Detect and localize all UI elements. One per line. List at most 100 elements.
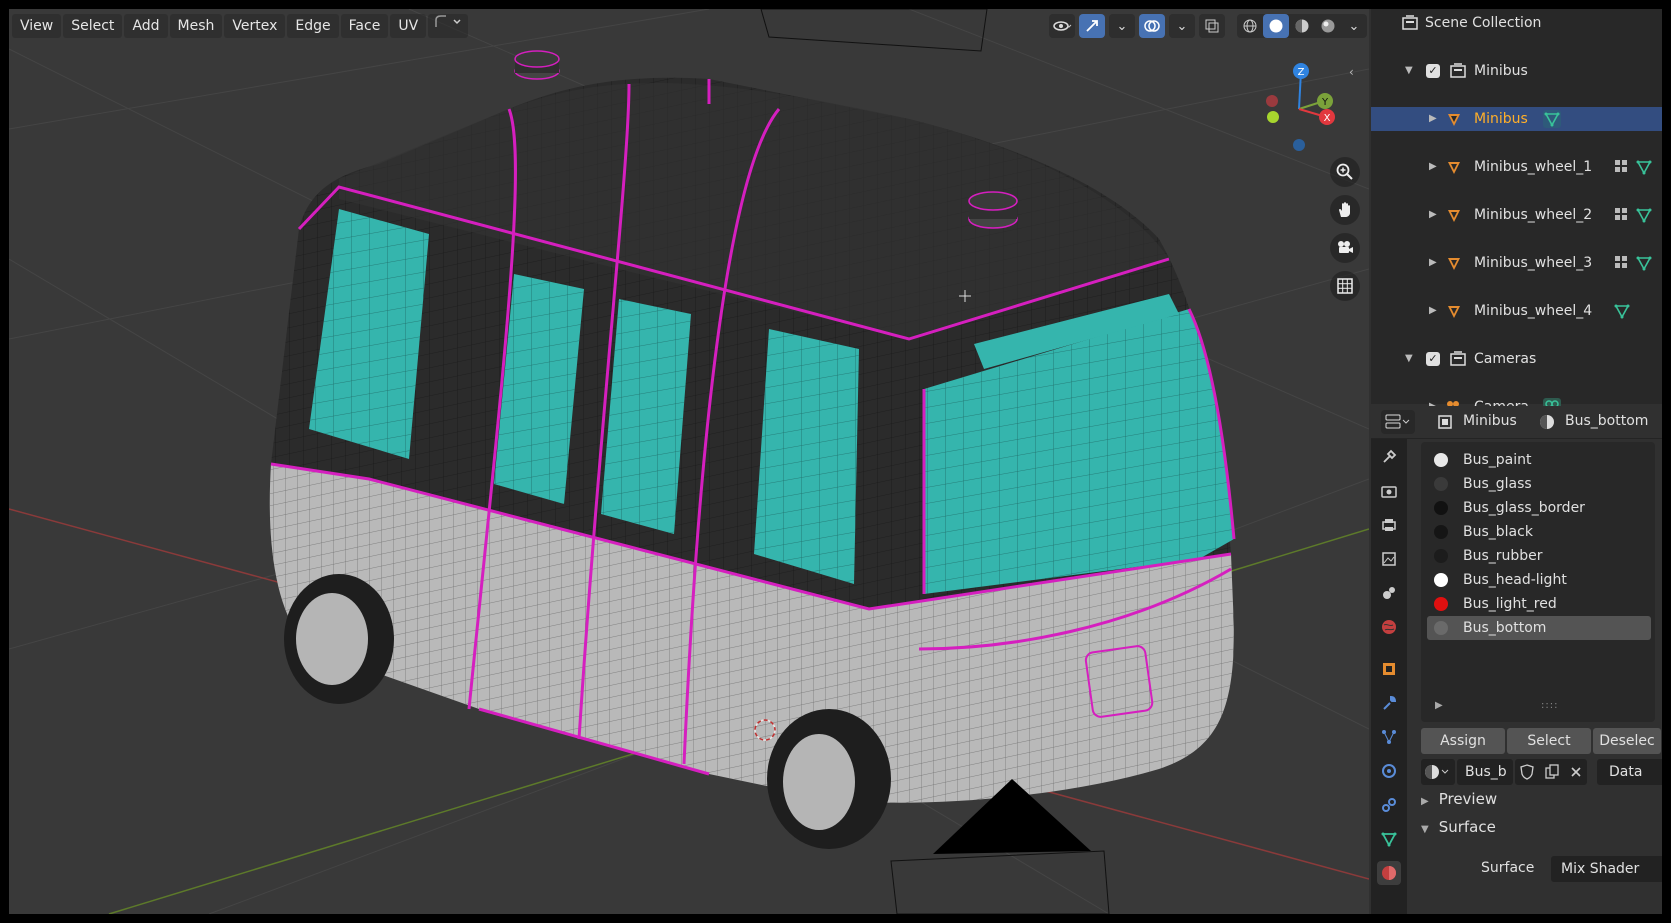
expand-down-icon[interactable]: ▼: [1405, 59, 1417, 83]
material-slot-bus-light-red[interactable]: Bus_light_red: [1427, 592, 1651, 616]
material-name-field[interactable]: Bus_b: [1457, 759, 1513, 785]
material-slot-bus-glass[interactable]: Bus_glass: [1427, 472, 1651, 496]
expand-right-icon[interactable]: ▶: [1429, 299, 1441, 323]
shading-rendered[interactable]: [1315, 14, 1341, 38]
surface-shader-dropdown[interactable]: Mix Shader: [1551, 856, 1662, 882]
overlays-dropdown[interactable]: ⌄: [1169, 14, 1195, 38]
visibility-dropdown[interactable]: [1049, 14, 1075, 38]
tab-particles[interactable]: [1377, 725, 1401, 749]
outliner-scene-collection[interactable]: Scene Collection: [1371, 11, 1662, 35]
tab-modifiers[interactable]: [1377, 691, 1401, 715]
expand-right-icon[interactable]: ▶: [1429, 155, 1441, 179]
overlays-toggle[interactable]: [1139, 14, 1165, 38]
list-expand-icon[interactable]: ▶: [1435, 700, 1443, 711]
link-dropdown[interactable]: Data: [1597, 759, 1662, 785]
menu-vertex[interactable]: Vertex: [224, 14, 286, 38]
outliner-collection-cameras[interactable]: ▼ ✓ Cameras: [1371, 347, 1662, 371]
deselect-button[interactable]: Deselec: [1593, 728, 1661, 754]
mesh-data-icon[interactable]: [1635, 206, 1653, 224]
tab-material[interactable]: [1377, 861, 1401, 885]
object-square-icon: [1438, 415, 1452, 429]
modifier-icon[interactable]: [1613, 254, 1631, 272]
menu-select[interactable]: Select: [63, 14, 123, 38]
material-slot-list[interactable]: ▶ :::: Bus_paint Bus_glass Bus_glass_borde…: [1421, 442, 1655, 722]
outliner[interactable]: Scene Collection ▼ ✓ Minibus ▶ Minibus ▶ Mi…: [1371, 9, 1662, 655]
material-slot-bus-rubber[interactable]: Bus_rubber: [1427, 544, 1651, 568]
material-slot-bus-bottom[interactable]: Bus_bottom: [1427, 616, 1651, 640]
tab-scene[interactable]: [1377, 581, 1401, 605]
fake-user-shield-icon[interactable]: [1520, 764, 1535, 780]
panel-surface[interactable]: ▼ Surface: [1421, 818, 1496, 836]
collapsed-arrow-icon: ▶: [1421, 796, 1429, 807]
3d-viewport[interactable]: View Select Add Mesh Vertex Edge Face UV…: [9, 9, 1369, 914]
navigation-gizmo[interactable]: Z Y X: [1249, 59, 1339, 159]
xray-toggle[interactable]: [1199, 14, 1225, 38]
outliner-object-minibus-wheel-4[interactable]: ▶ Minibus_wheel_4: [1371, 299, 1662, 323]
properties-tabs: [1371, 439, 1407, 914]
menu-add[interactable]: Add: [124, 14, 168, 38]
tab-world[interactable]: [1377, 615, 1401, 639]
menu-edge[interactable]: Edge: [287, 14, 339, 38]
gizmo-dropdown[interactable]: ⌄: [1109, 14, 1135, 38]
sidebar-toggle-icon[interactable]: ‹: [1349, 65, 1354, 79]
modifier-icon[interactable]: [1613, 206, 1631, 224]
mesh-data-icon[interactable]: [1635, 254, 1653, 272]
outliner-object-minibus-wheel-3[interactable]: ▶ Minibus_wheel_3: [1371, 251, 1662, 275]
menu-face[interactable]: Face: [340, 14, 389, 38]
gizmo-toggle[interactable]: [1079, 14, 1105, 38]
tab-data[interactable]: [1377, 827, 1401, 851]
expand-right-icon[interactable]: ▶: [1429, 251, 1441, 275]
duplicate-icon[interactable]: [1545, 764, 1559, 780]
menu-mesh[interactable]: Mesh: [169, 14, 223, 38]
checkbox-icon[interactable]: ✓: [1426, 352, 1440, 366]
editor-type-dropdown[interactable]: [1381, 410, 1415, 434]
expand-right-icon[interactable]: ▶: [1429, 203, 1441, 227]
tab-render[interactable]: [1377, 479, 1401, 503]
shading-wireframe[interactable]: [1237, 14, 1263, 38]
mesh-data-icon[interactable]: [1635, 158, 1653, 176]
pan-button[interactable]: [1330, 195, 1360, 225]
outliner-object-minibus-wheel-2[interactable]: ▶ Minibus_wheel_2: [1371, 203, 1662, 227]
panel-surface-label: Surface: [1438, 818, 1496, 836]
browse-material-dropdown[interactable]: [1421, 759, 1455, 785]
assign-button[interactable]: Assign: [1421, 728, 1505, 754]
properties-header: Minibus Bus_bottom: [1371, 406, 1662, 439]
outliner-collection-minibus[interactable]: ▼ ✓ Minibus: [1371, 59, 1662, 83]
select-button[interactable]: Select: [1507, 728, 1591, 754]
mesh-data-icon[interactable]: [1543, 110, 1561, 128]
material-slot-bus-black[interactable]: Bus_black: [1427, 520, 1651, 544]
properties-editor[interactable]: Minibus Bus_bottom ▶ :::: Bus_paint Bus_g…: [1371, 406, 1662, 914]
tab-output[interactable]: [1377, 513, 1401, 537]
shading-solid[interactable]: [1263, 14, 1289, 38]
shading-material[interactable]: [1289, 14, 1315, 38]
material-slot-bus-glass-border[interactable]: Bus_glass_border: [1427, 496, 1651, 520]
checkbox-icon[interactable]: ✓: [1426, 64, 1440, 78]
shading-dropdown[interactable]: ⌄: [1341, 14, 1367, 38]
grid-icon: [1337, 278, 1353, 294]
zoom-button[interactable]: [1330, 157, 1360, 187]
uv-sync-dropdown[interactable]: [428, 14, 469, 38]
camera-view-button[interactable]: [1330, 233, 1360, 263]
material-slot-bus-head-light[interactable]: Bus_head-light: [1427, 568, 1651, 592]
expand-right-icon[interactable]: ▶: [1429, 107, 1441, 131]
close-icon[interactable]: [1570, 766, 1582, 778]
expand-down-icon[interactable]: ▼: [1405, 347, 1417, 371]
outliner-object-minibus[interactable]: ▶ Minibus: [1371, 107, 1662, 131]
material-browse-icon: [1425, 765, 1449, 779]
tab-constraints[interactable]: [1377, 793, 1401, 817]
mesh-data-icon[interactable]: [1613, 302, 1631, 320]
tab-tool[interactable]: [1377, 445, 1401, 469]
modifier-icon[interactable]: [1613, 158, 1631, 176]
perspective-toggle[interactable]: [1330, 271, 1360, 301]
list-resize-handle[interactable]: ::::: [1541, 700, 1558, 711]
menu-uv[interactable]: UV: [390, 14, 427, 38]
tab-physics[interactable]: [1377, 759, 1401, 783]
material-slot-bus-paint[interactable]: Bus_paint: [1427, 448, 1651, 472]
viewport-scene[interactable]: [9, 9, 1369, 914]
mesh-object-icon: [1445, 302, 1463, 320]
tab-object[interactable]: [1377, 657, 1401, 681]
panel-preview[interactable]: ▶ Preview: [1421, 790, 1497, 808]
menu-view[interactable]: View: [12, 14, 62, 38]
outliner-object-minibus-wheel-1[interactable]: ▶ Minibus_wheel_1: [1371, 155, 1662, 179]
tab-view-layer[interactable]: [1377, 547, 1401, 571]
